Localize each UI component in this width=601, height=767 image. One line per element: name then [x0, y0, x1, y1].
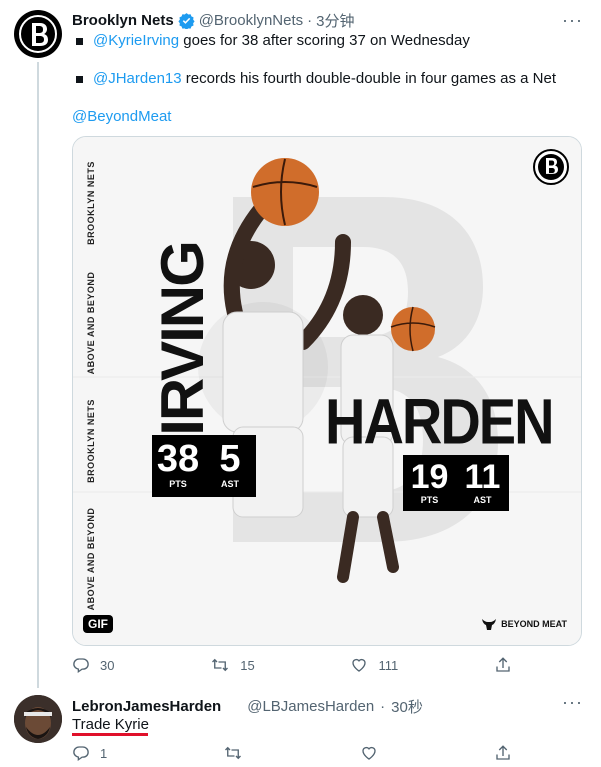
reply-reply-button[interactable]: 1 [72, 744, 107, 762]
like-count: 111 [378, 657, 399, 673]
side-text-3: BROOKLYN NETS [86, 399, 96, 483]
tweet-text: @KyrieIrving goes for 38 after scoring 3… [72, 30, 582, 127]
line-2-text: records his fourth double-double in four… [181, 70, 556, 87]
bullet-line-1: @KyrieIrving goes for 38 after scoring 3… [72, 31, 582, 51]
retweet-button[interactable]: 15 [210, 656, 255, 674]
harden-pts-value: 19 [410, 458, 449, 496]
irving-stat-pts: 38 PTS [152, 435, 204, 497]
retweet-icon [212, 658, 229, 672]
reply-icon [73, 658, 89, 674]
retweet-count: 15 [240, 657, 255, 673]
reply-separator-dot: · [380, 697, 386, 715]
gif-badge: GIF [83, 615, 113, 633]
irving-ast-label: AST [221, 479, 239, 489]
reply-header: LebronJamesHarden @LBJamesHarden · 30秒 [72, 696, 423, 716]
reply-handle[interactable]: @LBJamesHarden [247, 698, 374, 715]
handle[interactable]: @BrooklynNets [199, 12, 303, 29]
reply-text: Trade Kyrie [72, 716, 149, 733]
timestamp[interactable]: 3分钟 [316, 10, 354, 31]
harden-ast-value: 11 [464, 458, 501, 496]
irving-pts-value: 38 [156, 438, 200, 480]
reply-button[interactable]: 30 [72, 656, 114, 674]
reply-timestamp[interactable]: 30秒 [391, 696, 423, 717]
harden-ast-label: AST [473, 495, 492, 505]
reply-actions: 1 [72, 744, 512, 762]
tweet: Brooklyn Nets @BrooklynNets · 3分钟 ··· @K… [0, 0, 601, 688]
brooklyn-nets-avatar[interactable] [14, 10, 62, 58]
irving-stat-ast: 5 AST [204, 435, 256, 497]
harden-stats-box: 19 PTS 11 AST [403, 455, 509, 511]
irving-stats-box: 38 PTS 5 AST [152, 435, 256, 497]
side-text-4: ABOVE AND BEYOND [86, 507, 96, 611]
user-photo-icon [14, 695, 62, 743]
tweet-media-gif[interactable]: BROOKLYN NETS ABOVE AND BEYOND BROOKLYN … [72, 136, 582, 646]
separator-dot: · [307, 11, 313, 29]
beyond-meat-steer-icon [482, 619, 497, 630]
side-text-column: BROOKLYN NETS ABOVE AND BEYOND BROOKLYN … [77, 151, 105, 631]
harden-stat-pts: 19 PTS [403, 455, 456, 511]
display-name[interactable]: Brooklyn Nets [72, 12, 174, 29]
lebron-james-harden-avatar[interactable] [14, 695, 62, 743]
harden-name: HARDEN [325, 384, 555, 458]
mention-beyond-meat[interactable]: @BeyondMeat [72, 108, 171, 125]
more-options-icon[interactable]: ··· [562, 10, 583, 31]
beyond-meat-text: BEYOND MEAT [501, 619, 567, 629]
reply-retweet-button[interactable] [223, 744, 243, 762]
thread-line [37, 62, 39, 688]
share-icon [496, 745, 510, 760]
irving-ast-value: 5 [219, 438, 241, 480]
reply-like-button[interactable] [360, 744, 378, 762]
tweet-actions: 30 15 111 [72, 656, 512, 674]
red-underline-annotation [72, 733, 148, 736]
tweet-header: Brooklyn Nets @BrooklynNets · 3分钟 [72, 10, 354, 30]
nets-logo-icon [15, 11, 61, 57]
reply-share-button[interactable] [494, 744, 512, 762]
reply-reply-count: 1 [100, 745, 108, 761]
reply-count: 30 [100, 657, 115, 673]
line-1-text: goes for 38 after scoring 37 on Wednesda… [179, 32, 470, 49]
side-text-2: ABOVE AND BEYOND [86, 271, 96, 375]
harden-pts-label: PTS [420, 495, 439, 505]
side-text-1: BROOKLYN NETS [86, 161, 96, 245]
irving-name: IRVING [149, 242, 216, 436]
irving-pts-label: PTS [169, 479, 187, 489]
reply-icon [73, 746, 89, 762]
reply-more-options-icon[interactable]: ··· [562, 692, 583, 713]
bullet-square-icon [76, 37, 83, 45]
retweet-icon [225, 746, 242, 760]
beyond-meat-logo: BEYOND MEAT [481, 617, 567, 631]
harden-stat-ast: 11 AST [456, 455, 509, 511]
mention-kyrie-irving[interactable]: @KyrieIrving [93, 32, 179, 49]
sponsor-line: @BeyondMeat [72, 107, 582, 127]
heart-icon [352, 658, 367, 672]
mention-jharden13[interactable]: @JHarden13 [93, 70, 182, 87]
like-button[interactable]: 111 [350, 656, 398, 674]
share-icon [496, 657, 510, 672]
reply-display-name[interactable]: LebronJamesHarden [72, 698, 221, 715]
bullet-square-icon [76, 75, 83, 83]
bullet-line-2: @JHarden13 records his fourth double-dou… [72, 69, 582, 89]
verified-badge-icon [178, 12, 195, 29]
heart-icon [362, 746, 376, 760]
share-button[interactable] [494, 656, 512, 674]
